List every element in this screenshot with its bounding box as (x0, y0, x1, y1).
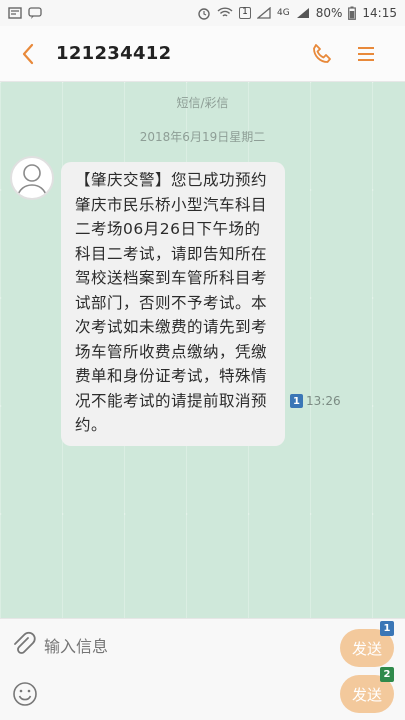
message-type-label: 短信/彩信 (176, 96, 229, 110)
send-label: 发送 (351, 685, 382, 704)
paperclip-icon (14, 631, 36, 654)
network-type: 4G (277, 8, 290, 18)
app-bar: 121234412 (0, 26, 405, 82)
menu-icon (358, 46, 374, 61)
back-icon (22, 43, 34, 64)
person-icon (16, 164, 48, 198)
composer: 发送 1 发送 2 (0, 618, 405, 720)
message-bubble[interactable]: 【肇庆交警】您已成功预约肇庆市民乐桥小型汽车科目二考场06月26日下午场的科目二… (61, 162, 285, 446)
signal-icon (257, 6, 271, 20)
avatar[interactable] (10, 156, 54, 200)
message-time: 13:26 (306, 394, 341, 408)
sim1-badge: 1 (380, 621, 394, 636)
signal-full-icon (296, 6, 310, 20)
battery-icon (348, 6, 357, 20)
chat-icon (28, 6, 42, 20)
message-meta: 1 13:26 (290, 394, 341, 408)
more-menu-button[interactable] (353, 41, 379, 67)
emoji-icon (13, 682, 37, 706)
sim-badge: 1 (290, 394, 303, 408)
call-button[interactable] (309, 41, 335, 67)
clock: 14:15 (362, 6, 397, 20)
send-button-sim2[interactable]: 发送 2 (340, 667, 394, 713)
phone-icon (313, 43, 331, 63)
sim2-badge: 2 (380, 667, 394, 682)
sim1-status-icon: 1 (239, 7, 252, 19)
attach-button[interactable] (12, 631, 36, 659)
message-thread[interactable]: 短信/彩信 2018年6月19日星期二 【肇庆交警】您已成功预约肇庆市民乐桥小型… (0, 82, 405, 618)
emoji-button[interactable] (12, 681, 38, 707)
battery-percent: 80% (315, 6, 343, 20)
send-button-sim1[interactable]: 发送 1 (340, 621, 394, 667)
back-button[interactable] (0, 26, 56, 82)
alarm-icon (197, 6, 211, 20)
send-label: 发送 (351, 639, 382, 658)
message-input[interactable] (44, 631, 304, 661)
conversation-title: 121234412 (56, 43, 172, 64)
date-separator: 2018年6月19日星期二 (139, 130, 266, 144)
wifi-icon (217, 6, 233, 20)
notification-box-icon (8, 6, 22, 20)
status-bar: 1 4G 80% 14:15 (0, 0, 405, 26)
